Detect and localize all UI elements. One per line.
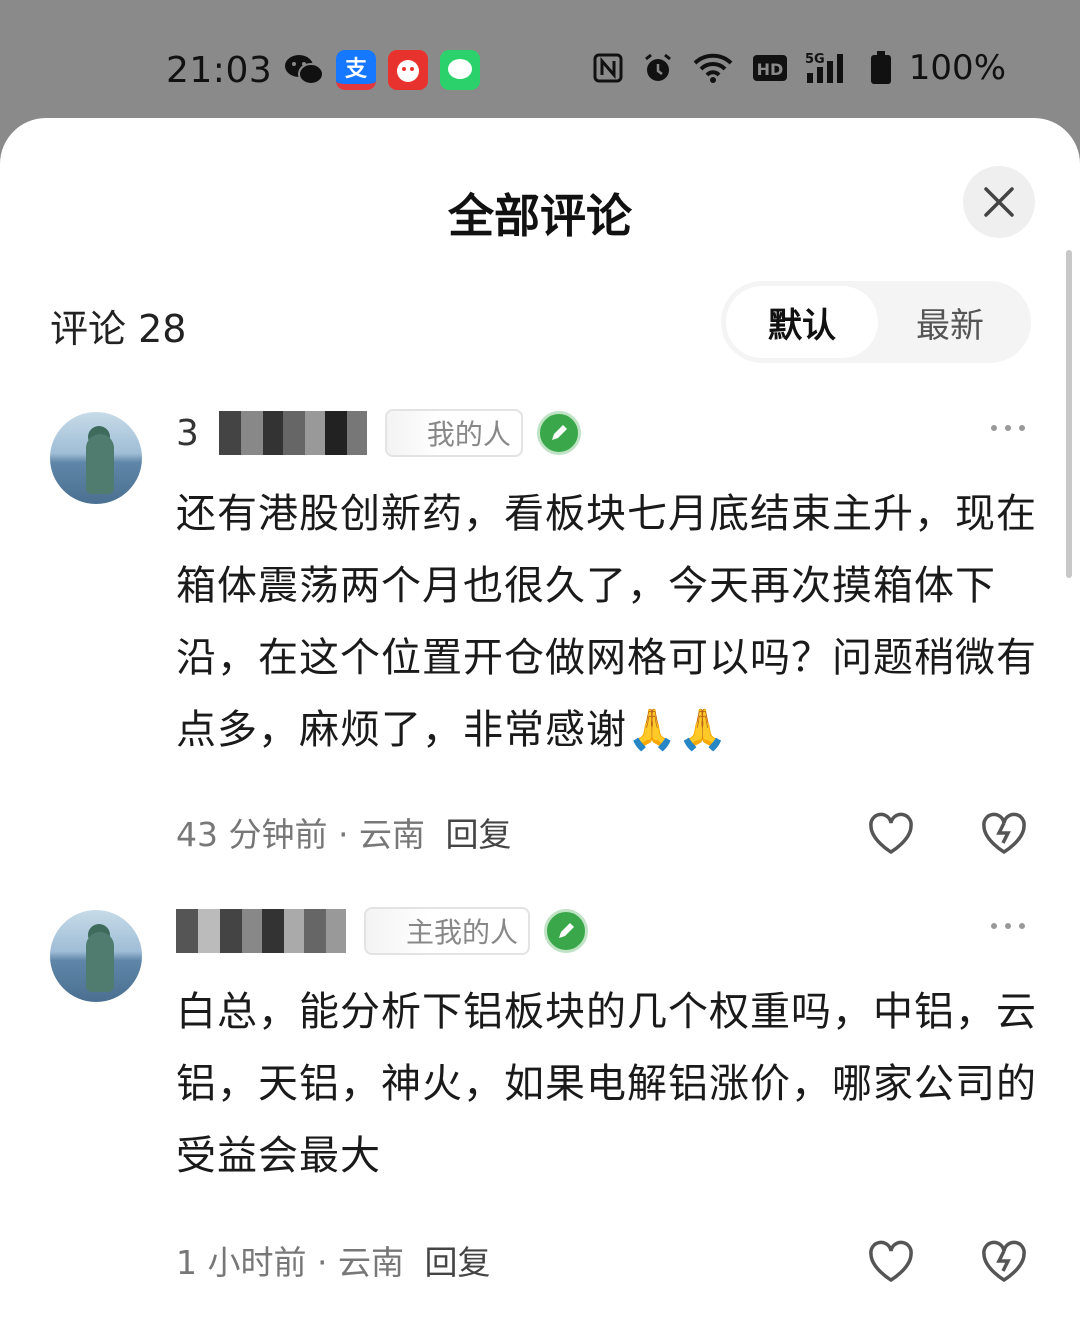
wifi-icon	[691, 51, 735, 85]
scrollbar[interactable]	[1066, 250, 1072, 578]
nfc-icon	[591, 51, 625, 85]
sort-latest-button[interactable]: 最新	[874, 286, 1026, 358]
comment-time: 43 分钟前	[176, 815, 328, 854]
avatar-figure	[86, 434, 114, 494]
avatar-figure	[86, 932, 114, 992]
comment-location: 云南	[337, 1243, 404, 1282]
status-indicators: HD 5G 100%	[591, 48, 1006, 88]
comment-meta: 43 分钟前 · 云南 回复	[176, 808, 511, 856]
status-bar: 21:03 支 HD 5G 100%	[0, 0, 1080, 120]
comment-meta: 1 小时前 · 云南 回复	[176, 1236, 490, 1284]
comment-text: 还有港股创新药，看板块七月底结束主升，现在箱体震荡两个月也很久了，今天再次摸箱体…	[176, 491, 1037, 753]
like-heart-icon[interactable]	[865, 808, 917, 860]
meta-separator: ·	[327, 815, 359, 854]
battery-icon	[869, 51, 893, 85]
user-tag: 主我的人	[364, 907, 531, 955]
wechat-icon	[284, 50, 324, 90]
comment-header: 3 我的人	[176, 408, 581, 458]
hd-icon: HD	[751, 51, 789, 85]
reply-button[interactable]: 回复	[424, 1243, 490, 1282]
comment-header: 主我的人	[176, 906, 589, 956]
hd-label: HD	[756, 60, 783, 79]
notification-app-icons: 支	[284, 50, 480, 90]
dislike-broken-heart-icon[interactable]	[978, 1236, 1030, 1288]
username-blurred	[218, 411, 367, 455]
eleme-icon	[388, 50, 428, 90]
sheet-title: 全部评论	[448, 189, 632, 243]
reply-button[interactable]: 回复	[445, 815, 511, 854]
alipay-icon: 支	[336, 50, 376, 90]
sort-toggle: 默认 最新	[721, 281, 1031, 363]
username-visible[interactable]: 3	[176, 413, 199, 454]
signal-icon: 5G	[805, 51, 853, 85]
close-icon	[984, 187, 1014, 217]
more-options-icon[interactable]	[990, 418, 1026, 438]
username-blurred[interactable]	[176, 909, 346, 953]
avatar[interactable]	[50, 412, 142, 504]
status-time: 21:03	[166, 50, 273, 91]
dislike-broken-heart-icon[interactable]	[978, 808, 1030, 860]
network-label: 5G	[805, 52, 825, 67]
messages-icon	[440, 50, 480, 90]
comment-count: 评论 28	[50, 307, 187, 351]
battery-percent: 100%	[908, 48, 1006, 88]
comment-text: 白总，能分析下铝板块的几个权重吗，中铝，云铝，天铝，神火，如果电解铝涨价，哪家公…	[176, 989, 1037, 1179]
more-options-icon[interactable]	[990, 916, 1026, 936]
user-tag: 我的人	[384, 409, 523, 457]
close-button[interactable]	[963, 166, 1035, 238]
comment-time: 1 小时前	[176, 1243, 307, 1282]
comments-sheet: 全部评论 评论 28 默认 最新 3 我的人 还有港股创新药，看板块七月底结束主…	[0, 118, 1080, 1327]
verified-badge-icon	[544, 909, 589, 953]
like-heart-icon[interactable]	[865, 1236, 917, 1288]
alarm-icon	[641, 51, 675, 85]
verified-badge-icon	[536, 411, 581, 455]
comment-location: 云南	[358, 815, 425, 854]
avatar[interactable]	[50, 910, 142, 1002]
meta-separator: ·	[306, 1243, 338, 1282]
sort-default-button[interactable]: 默认	[726, 286, 878, 358]
